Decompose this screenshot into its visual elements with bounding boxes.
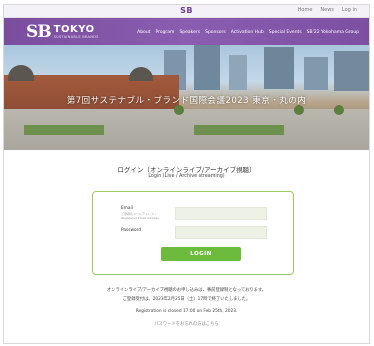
main-nav: SB TOKYO SUSTAINABLE BRANDS About Progra… <box>4 18 369 45</box>
top-logo[interactable]: SB <box>180 6 193 15</box>
building-shape <box>229 55 247 90</box>
tree-icon <box>294 105 304 115</box>
utility-link-login[interactable]: Log in <box>342 7 357 13</box>
nav-item-activation-hub[interactable]: Activation Hub <box>231 30 264 35</box>
nav-item-yokohama-group[interactable]: SB'22 Yokohama Group <box>307 30 359 35</box>
email-field[interactable] <box>175 207 267 220</box>
password-label: Password <box>121 228 142 233</box>
brand-mark: SB <box>26 22 52 42</box>
nav-menu: About Program Speakers Sponsors Activati… <box>137 30 359 35</box>
lawn <box>194 125 284 135</box>
login-title: ログイン（オンラインライブ/アーカイブ視聴） <box>117 166 256 174</box>
top-utility-bar: SB Home News Log in <box>4 5 369 18</box>
notice-line-2: ご登録受付は、2023年2月25日（土）17時で終了いたしました。 <box>122 297 251 302</box>
brand-name: TOKYO <box>53 23 95 35</box>
browser-frame: SB Home News Log in SB TOKYO SUSTAINABLE… <box>3 4 370 344</box>
hero-banner: 第7回サステナブル・ブランド国際会議2023 東京・丸の内 <box>4 45 369 150</box>
nav-item-about[interactable]: About <box>137 30 150 35</box>
building-shape <box>304 57 328 90</box>
brand-subtitle: SUSTAINABLE BRANDS <box>53 34 99 39</box>
email-hint: ご登録のメールアドレス / Registered Email address <box>121 212 160 220</box>
utility-link-news[interactable]: News <box>320 7 334 13</box>
lawn <box>24 125 104 135</box>
nav-item-program[interactable]: Program <box>155 30 174 35</box>
building-shape <box>264 47 294 89</box>
login-button[interactable]: LOGIN <box>161 247 241 261</box>
building-shape <box>194 45 220 90</box>
nav-item-sponsors[interactable]: Sponsors <box>205 30 226 35</box>
tree-icon <box>174 105 184 115</box>
station-dome <box>8 65 34 81</box>
notice-line-3: Registration is closed 17:00 on Feb 25th… <box>135 309 238 314</box>
brand-logo[interactable]: SB TOKYO SUSTAINABLE BRANDS <box>26 22 99 42</box>
login-form: Email ご登録のメールアドレス / Registered Email add… <box>92 191 294 275</box>
login-subtitle: Login (Live / Archive streaming) <box>148 174 225 179</box>
notice-line-1: オンラインライブ/アーカイブ視聴のお申し込みは、事前登録制となっております。 <box>106 288 267 293</box>
email-label: Email <box>121 206 133 211</box>
utility-link-home[interactable]: Home <box>298 7 313 13</box>
tree-icon <box>334 105 344 115</box>
forgot-password-link[interactable]: パスワードをお忘れの方はこちら <box>4 321 369 327</box>
hero-title: 第7回サステナブル・ブランド国際会議2023 東京・丸の内 <box>66 96 307 106</box>
password-field[interactable] <box>175 226 267 239</box>
station-dome <box>129 67 153 81</box>
nav-item-speakers[interactable]: Speakers <box>179 30 200 35</box>
building-shape <box>334 51 369 91</box>
utility-links: Home News Log in <box>298 7 357 13</box>
nav-item-special-events[interactable]: Special Events <box>269 30 302 35</box>
